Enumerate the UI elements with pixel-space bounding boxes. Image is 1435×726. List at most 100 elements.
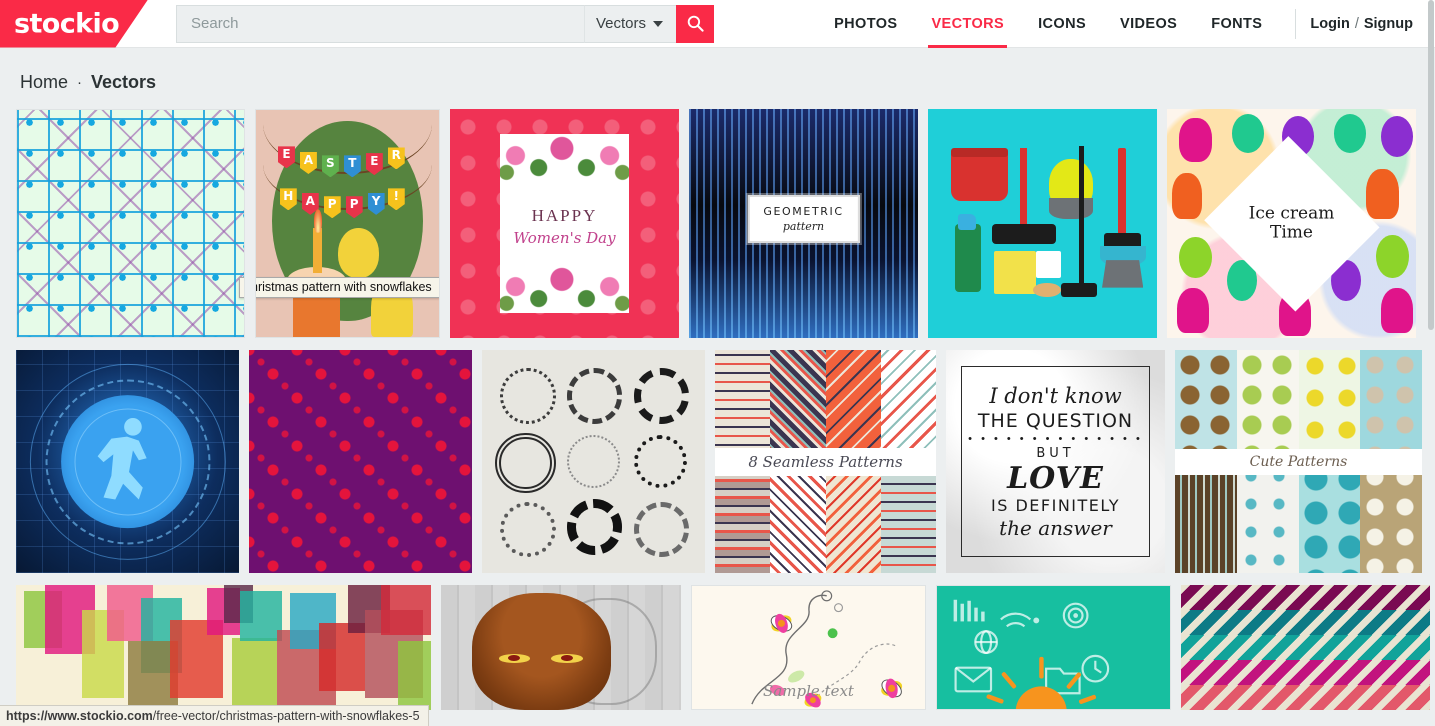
thumb-christmas-pattern-with-snowflakes[interactable]: Christmas pattern with snowflakes xyxy=(16,109,245,338)
artwork-womens-day: HAPPY Women's Day xyxy=(450,109,679,338)
thumb-business-icons-teal[interactable] xyxy=(936,585,1171,710)
bucket-shape xyxy=(950,150,1009,201)
quote-line-4: LOVE xyxy=(1007,460,1104,496)
site-logo[interactable]: stockio xyxy=(0,0,148,48)
icecream-title-bottom: Time xyxy=(1270,222,1313,243)
search-button[interactable] xyxy=(676,4,715,43)
wifi-icon xyxy=(1000,612,1032,621)
auth-links: Login / Signup xyxy=(1304,16,1413,32)
thumb-geometric-pattern-blue-stripes[interactable]: GEOMETRIC pattern xyxy=(689,109,918,338)
thumb-happy-easter-card[interactable]: E A S T E R H A P P Y ! Christmas patter… xyxy=(255,109,440,338)
thumb-cleaning-tools-set[interactable] xyxy=(928,109,1157,338)
signup-link[interactable]: Signup xyxy=(1364,16,1413,32)
main-navigation: PHOTOS VECTORS ICONS VIDEOS FONTS Login … xyxy=(817,0,1435,48)
scrollbar-thumb[interactable] xyxy=(1428,0,1434,330)
cute-patterns-caption: Cute Patterns xyxy=(1175,448,1422,475)
cloth xyxy=(1035,250,1061,279)
chart-icon xyxy=(953,599,985,622)
nav-divider xyxy=(1295,8,1297,39)
artwork-seamless-patterns: 8 Seamless Patterns xyxy=(715,350,936,573)
magnifier-icon xyxy=(687,15,704,32)
quote-dot-divider: • • • • • • • • • • • • • • xyxy=(968,432,1143,445)
grid-row: Sample text xyxy=(16,585,1430,710)
status-url-domain: https://www.stockio.com xyxy=(6,709,153,723)
quote-line-5: IS DEFINITELY xyxy=(991,495,1120,515)
geometric-label-bottom: pattern xyxy=(782,219,825,233)
artwork-colorful-squares xyxy=(16,585,431,710)
thumb-floral-swirls-sample-text[interactable]: Sample text xyxy=(691,585,926,710)
quote-line-3: BUT xyxy=(1036,445,1075,461)
artwork-ice-cream: Ice cream Time xyxy=(1167,109,1416,338)
breadcrumb-current: Vectors xyxy=(91,72,157,92)
logo-text: stockio xyxy=(14,8,120,39)
artwork-chevron xyxy=(1181,585,1430,710)
seamless-caption: 8 Seamless Patterns xyxy=(715,447,936,476)
browser-status-bar: https://www.stockio.com/free-vector/chri… xyxy=(0,705,429,726)
auth-separator: / xyxy=(1354,15,1359,32)
artwork-cute-patterns: Cute Patterns xyxy=(1175,350,1422,573)
thumb-love-is-the-answer-quote[interactable]: I don't know THE QUESTION • • • • • • • … xyxy=(946,350,1165,573)
bucket-rim xyxy=(950,147,1009,158)
quote-line-2: THE QUESTION xyxy=(977,409,1134,432)
login-link[interactable]: Login xyxy=(1310,16,1349,32)
search-bar: Vectors xyxy=(176,4,715,43)
womens-day-subtitle: Women's Day xyxy=(513,228,616,247)
artwork-cleaning-tools xyxy=(928,109,1157,338)
site-header: stockio Vectors PHOTOS VECTORS ICONS VID… xyxy=(0,0,1435,48)
floral-sample-text: Sample text xyxy=(763,682,854,701)
breadcrumb-separator: · xyxy=(77,74,83,91)
nav-item-vectors[interactable]: VECTORS xyxy=(914,0,1021,48)
broom-handle xyxy=(1019,147,1027,231)
artwork-snowflakes xyxy=(17,110,244,337)
thumb-chevron-zigzag-pattern[interactable] xyxy=(1181,585,1430,710)
page-scrollbar[interactable] xyxy=(1427,0,1435,726)
artwork-runner-hud xyxy=(16,350,239,573)
thumb-colorful-geometric-squares[interactable] xyxy=(16,585,431,710)
thumb-eight-seamless-patterns[interactable]: 8 Seamless Patterns xyxy=(715,350,936,573)
quote-line-6: the answer xyxy=(999,515,1112,540)
geometric-label-top: GEOMETRIC xyxy=(763,204,844,218)
icecream-title-top: Ice cream xyxy=(1248,202,1335,223)
nav-item-photos[interactable]: PHOTOS xyxy=(817,0,914,48)
soap xyxy=(1033,283,1061,297)
artwork-floral-swirls: Sample text xyxy=(692,586,925,709)
chevron-down-icon xyxy=(653,20,664,27)
breadcrumb-home[interactable]: Home xyxy=(20,72,68,93)
grid-row: 8 Seamless Patterns I don't know THE QUE… xyxy=(16,350,1422,573)
womens-day-title: HAPPY xyxy=(531,205,598,225)
vector-results-grid: Christmas pattern with snowflakes E A S … xyxy=(0,109,1435,710)
runner-silhouette xyxy=(98,417,148,500)
vacuum-nozzle xyxy=(1060,283,1098,297)
status-url-path: /free-vector/christmas-pattern-with-snow… xyxy=(152,709,420,723)
hover-tooltip-shadow: Christmas pattern with snowflakes xyxy=(256,277,439,298)
quote-line-1: I don't know xyxy=(989,383,1122,408)
grid-row: Christmas pattern with snowflakes E A S … xyxy=(16,109,1419,338)
broom-head xyxy=(992,223,1057,245)
search-input[interactable] xyxy=(176,4,584,43)
hover-tooltip: Christmas pattern with snowflakes xyxy=(239,277,244,298)
artwork-business-icons xyxy=(937,586,1170,709)
artwork-geometric: GEOMETRIC pattern xyxy=(689,109,918,338)
search-category-dropdown[interactable]: Vectors xyxy=(584,4,677,43)
artwork-love-quote: I don't know THE QUESTION • • • • • • • … xyxy=(946,350,1165,573)
nav-item-icons[interactable]: ICONS xyxy=(1021,0,1103,48)
thumb-running-man-hud[interactable] xyxy=(16,350,239,573)
thumb-circular-wreath-frames[interactable] xyxy=(482,350,705,573)
thumb-cute-patterns-set[interactable]: Cute Patterns xyxy=(1175,350,1422,573)
plunger-handle xyxy=(1118,147,1127,235)
thumb-purple-damask-pattern[interactable] xyxy=(249,350,472,573)
vacuum-tube xyxy=(1079,145,1084,284)
spray-nozzle xyxy=(957,214,977,231)
sponge xyxy=(994,250,1036,295)
artwork-wreath-frames xyxy=(482,350,705,573)
thumb-gorilla-sketch-wood[interactable] xyxy=(441,585,681,710)
plunger-brush xyxy=(1102,260,1144,288)
nav-item-videos[interactable]: VIDEOS xyxy=(1103,0,1194,48)
vacuum-base xyxy=(1049,198,1093,219)
thumb-ice-cream-time-pattern[interactable]: Ice cream Time xyxy=(1167,109,1416,338)
thumb-happy-womens-day-card[interactable]: HAPPY Women's Day xyxy=(450,109,679,338)
artwork-gorilla-sketch xyxy=(441,585,681,710)
nav-item-fonts[interactable]: FONTS xyxy=(1194,0,1279,48)
artwork-easter: E A S T E R H A P P Y ! xyxy=(256,110,439,337)
breadcrumb: Home · Vectors xyxy=(0,48,1435,109)
